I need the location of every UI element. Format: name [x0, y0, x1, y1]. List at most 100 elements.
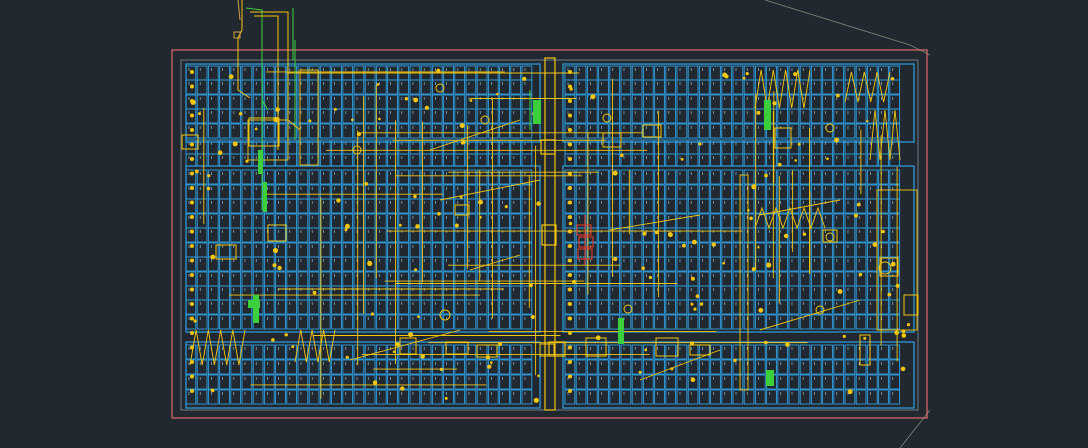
sprinkler-head [890, 77, 895, 81]
sprinkler-head [210, 388, 215, 393]
sprinkler-head [837, 289, 843, 294]
sprinkler-head [193, 319, 197, 323]
cad-drawing-canvas[interactable] [0, 0, 1088, 448]
sprinkler-head [308, 119, 312, 123]
sprinkler-head [758, 307, 764, 313]
sprinkler-head [291, 345, 295, 349]
sprinkler-head [454, 223, 459, 228]
column-dot [568, 186, 572, 190]
service-marker [248, 300, 260, 308]
sprinkler-head [682, 243, 686, 248]
sprinkler-head [620, 153, 624, 157]
column-dot [190, 287, 194, 292]
sprinkler-head [783, 233, 789, 239]
sprinkler-head [356, 132, 361, 137]
column-dot [568, 142, 572, 147]
column-dot [190, 374, 194, 379]
sprinkler-head [847, 389, 853, 395]
sprinkler-head [690, 377, 696, 383]
column-dot [568, 215, 572, 219]
sprinkler-head [722, 261, 725, 265]
sprinkler-head [757, 246, 760, 249]
column-dot [568, 302, 572, 306]
sprinkler-head [690, 302, 694, 306]
sprinkler-head [272, 263, 277, 268]
sprinkler-head [198, 112, 201, 116]
sprinkler-head [504, 205, 508, 209]
sprinkler-head [415, 224, 420, 229]
sprinkler-head [496, 92, 499, 96]
service-marker [533, 100, 541, 124]
column-dot [190, 273, 194, 277]
column-dot [568, 171, 572, 176]
sprinkler-head [444, 396, 448, 400]
sprinkler-head [459, 123, 465, 129]
sprinkler-head [794, 159, 797, 162]
sprinkler-head [498, 342, 502, 347]
sprinkler-head [751, 184, 757, 190]
sprinkler-head [764, 173, 768, 178]
sprinkler-head [793, 72, 798, 77]
sprinkler-head [400, 386, 405, 391]
sprinkler-head [271, 338, 275, 342]
sprinkler-head [745, 72, 749, 76]
sprinkler-head [420, 354, 426, 359]
sprinkler-head [742, 76, 746, 80]
sprinkler-head [344, 223, 350, 229]
sprinkler-head [856, 202, 861, 207]
sprinkler-head [853, 213, 859, 218]
sprinkler-head [711, 242, 716, 247]
sprinkler-head [238, 112, 243, 116]
sprinkler-head [722, 72, 728, 78]
sprinkler-head [333, 107, 337, 111]
sprinkler-head [568, 221, 573, 226]
sprinkler-head [414, 268, 418, 272]
sprinkler-head [376, 83, 380, 86]
sprinkler-head [751, 267, 757, 272]
sprinkler-head [901, 333, 907, 338]
sprinkler-head [537, 374, 540, 378]
column-dot [190, 316, 194, 321]
sprinkler-head [826, 157, 829, 160]
sprinkler-head [232, 141, 238, 147]
sprinkler-head [312, 290, 317, 295]
sprinkler-head [478, 199, 483, 205]
sprinkler-head [206, 186, 211, 191]
sprinkler-head [272, 247, 279, 254]
sprinkler-head [207, 174, 211, 178]
column-dot [568, 374, 572, 379]
sprinkler-head [777, 162, 782, 167]
column-dot [568, 287, 572, 292]
column-dot [190, 345, 194, 350]
sprinkler-head [530, 314, 535, 320]
sprinkler-head [667, 232, 673, 238]
sprinkler-head [590, 94, 596, 100]
sprinkler-head [900, 366, 906, 372]
sprinkler-head [785, 342, 790, 347]
column-dot [568, 113, 572, 118]
sprinkler-head [284, 333, 288, 337]
sprinkler-head [693, 307, 697, 311]
sprinkler-head [210, 254, 216, 260]
sprinkler-head [756, 110, 761, 115]
sprinkler-head [894, 330, 899, 336]
sprinkler-head [217, 150, 223, 155]
sprinkler-head [408, 332, 414, 338]
column-dot [568, 316, 572, 321]
sprinkler-head [887, 292, 892, 297]
sprinkler-head [536, 201, 541, 206]
sprinkler-head [529, 283, 533, 288]
sprinkler-head [404, 97, 409, 101]
column-dot [568, 128, 572, 132]
sprinkler-head [638, 370, 642, 374]
column-dot [568, 389, 572, 393]
column-dot [190, 331, 194, 335]
sprinkler-head [469, 99, 473, 102]
sprinkler-head [395, 342, 400, 347]
sprinkler-head [648, 275, 653, 280]
service-marker [766, 370, 774, 386]
column-dot [568, 99, 572, 103]
service-marker [253, 295, 259, 323]
sprinkler-head [277, 265, 282, 271]
sprinkler-head [417, 315, 420, 319]
